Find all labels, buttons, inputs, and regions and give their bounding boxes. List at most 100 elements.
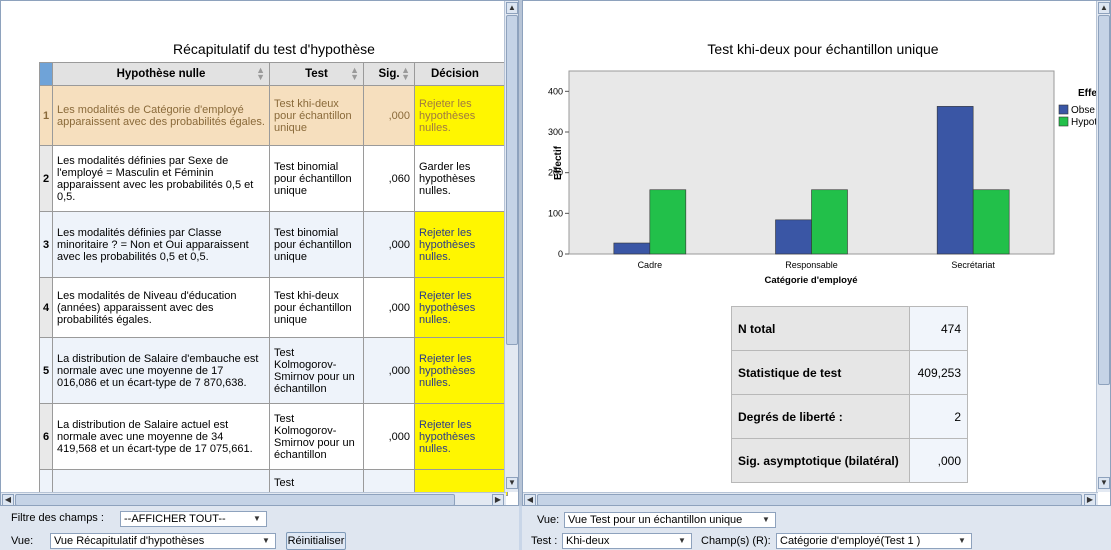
hypothesis-cell: La distribution de Salaire actuel est no… [52, 403, 270, 470]
hypothesis-cell: Les modalités de Catégorie d'employé app… [52, 85, 270, 146]
hypothesis-cell: La distribution de Salaire d'embauche es… [52, 337, 270, 404]
fields-select[interactable]: Catégorie d'employé(Test 1 ) ▼ [776, 533, 972, 549]
test-cell: Test binomial pour échantillon unique [269, 211, 364, 278]
column-header-decision[interactable]: Décision▲▼ [414, 62, 511, 86]
column-header-hypothesis[interactable]: Hypothèse nulle ▲ ▼ [52, 62, 270, 86]
test-cell: Test binomial pour échantillon unique [269, 145, 364, 212]
test-cell: Test Kolmogorov-Smirnov pour un échantil… [269, 403, 364, 470]
stat-value: 474 [909, 306, 968, 351]
legend-label: Hypot [1071, 117, 1097, 128]
vertical-scrollbar[interactable]: ▲ ▼ [1096, 1, 1110, 492]
row-header-corner [39, 62, 53, 86]
test-detail-pane: Test khi-deux pour échantillon unique 01… [522, 0, 1111, 506]
test-select[interactable]: Khi-deux ▼ [562, 533, 692, 549]
table-row[interactable]: 2 Les modalités définies par Sexe de l'em… [39, 145, 508, 212]
view-select[interactable]: Vue Récapitulatif d'hypothèses ▼ [50, 533, 276, 549]
y-axis-label: Effectif [553, 145, 564, 180]
scroll-thumb[interactable] [537, 494, 1082, 505]
column-label: Hypothèse nulle [116, 68, 206, 80]
row-number: 6 [39, 403, 53, 470]
sort-icon[interactable]: ▲▼ [350, 66, 359, 82]
chevron-down-icon: ▼ [262, 536, 270, 545]
stat-label: Sig. asymptotique (bilatéral) [731, 438, 910, 483]
stats-row: Sig. asymptotique (bilatéral) ,000 [731, 438, 968, 483]
sort-icon[interactable]: ▲▼ [256, 66, 265, 82]
stats-row: Degrés de liberté :2 [731, 394, 968, 439]
stat-label: Degrés de liberté : [731, 394, 910, 439]
table-title: Récapitulatif du test d'hypothèse [173, 41, 375, 57]
view-label: Vue: [537, 514, 560, 526]
table-row[interactable]: 5 La distribution de Salaire d'embauche e… [39, 337, 508, 404]
hypothesis-cell: Les modalités définies par Sexe de l'emp… [52, 145, 270, 212]
sig-cell: ,000 [363, 337, 415, 404]
fields-label: Champ(s) (R): [701, 535, 771, 547]
scroll-right-icon[interactable]: ▶ [492, 494, 504, 505]
column-header-sig[interactable]: Sig. ▲ ▼ [363, 62, 415, 86]
sort-icon[interactable]: ▲▼ [401, 66, 410, 82]
legend-swatch [1058, 104, 1069, 115]
sig-cell: ,000 [363, 211, 415, 278]
test-view-select[interactable]: Vue Test pour un échantillon unique ▼ [564, 512, 776, 528]
horizontal-scrollbar[interactable]: ◀ ▶ [1, 492, 506, 505]
test-view-value: Vue Test pour un échantillon unique [568, 514, 743, 526]
field-filter-value: --AFFICHER TOUT-- [124, 513, 226, 525]
column-header-test[interactable]: Test ▲ ▼ [269, 62, 364, 86]
scroll-up-icon[interactable]: ▲ [1098, 2, 1110, 14]
hypothesis-cell: Les modalités définies par Classe minori… [52, 211, 270, 278]
hypothesized-bar [972, 189, 1010, 255]
scroll-left-icon[interactable]: ◀ [2, 494, 14, 505]
scroll-up-icon[interactable]: ▲ [506, 2, 518, 14]
row-number: 3 [39, 211, 53, 278]
fields-value: Catégorie d'employé(Test 1 ) [780, 535, 921, 547]
hypothesis-summary-pane: Récapitulatif du test d'hypothèse Hypoth… [0, 0, 519, 506]
observed-bar [936, 106, 974, 255]
legend-title: Effe [1078, 88, 1097, 99]
decision-cell: Rejeter les hypothèses nulles. [414, 403, 508, 470]
scroll-thumb[interactable] [506, 15, 518, 345]
sig-cell: ,060 [363, 145, 415, 212]
view-value: Vue Récapitulatif d'hypothèses [54, 535, 205, 547]
y-tick-label: 300 [548, 127, 563, 137]
chevron-down-icon: ▼ [253, 514, 261, 523]
sig-cell: ,000 [363, 277, 415, 338]
stat-value: 2 [909, 394, 968, 439]
scroll-right-icon[interactable]: ▶ [1084, 494, 1096, 505]
legend-label: Obse [1071, 105, 1095, 116]
reset-button[interactable]: Réinitialiser [286, 532, 346, 550]
table-row[interactable]: 3 Les modalités définies par Classe minor… [39, 211, 508, 278]
field-filter-select[interactable]: --AFFICHER TOUT-- ▼ [120, 511, 267, 527]
stat-value: ,000 [909, 438, 968, 483]
observed-bar [775, 219, 812, 255]
view-label: Vue: [11, 535, 34, 547]
chevron-down-icon: ▼ [762, 515, 770, 524]
column-label: Test [305, 68, 328, 80]
table-row[interactable]: 6 La distribution de Salaire actuel est n… [39, 403, 508, 470]
horizontal-scrollbar[interactable]: ◀ ▶ [523, 492, 1098, 505]
stats-row: N total 474 [731, 306, 968, 351]
hypothesis-table: Hypothèse nulle ▲ ▼ Test ▲ ▼ Sig. ▲ ▼ Décision… [39, 62, 511, 496]
scroll-left-icon[interactable]: ◀ [524, 494, 536, 505]
vertical-scrollbar[interactable]: ▲ ▼ [504, 1, 518, 492]
hypothesized-bar [811, 189, 848, 255]
scroll-thumb[interactable] [15, 494, 455, 505]
sig-cell: ,000 [363, 403, 415, 470]
hypothesized-bar [649, 189, 687, 255]
test-label: Test : [531, 535, 558, 547]
legend-swatch [1058, 116, 1069, 127]
test-value: Khi-deux [566, 535, 610, 547]
right-controls-bar: Vue: Vue Test pour un échantillon unique… [522, 506, 1111, 550]
pane-splitter[interactable] [519, 0, 522, 506]
scroll-down-icon[interactable]: ▼ [506, 477, 518, 489]
sig-cell: ,000 [363, 85, 415, 146]
x-axis-label: Catégorie d'employé [764, 275, 857, 286]
scroll-thumb[interactable] [1098, 15, 1110, 385]
row-number: 2 [39, 145, 53, 212]
bar-chart: 0100200300400EffectifCadre Responsable Sec… [548, 70, 1097, 286]
table-row[interactable]: 1 Les modalités de Catégorie d'employé ap… [39, 85, 508, 146]
stat-label: Statistique de test [731, 350, 910, 395]
table-row[interactable]: 4 Les modalités de Niveau d'éducation (an… [39, 277, 508, 338]
test-cell: Test Kolmogorov-Smirnov pour un échantil… [269, 337, 364, 404]
scroll-down-icon[interactable]: ▼ [1098, 477, 1110, 489]
x-tick-label: Responsable [785, 260, 838, 270]
decision-cell: Garder les hypothèses nulles. [414, 145, 508, 212]
